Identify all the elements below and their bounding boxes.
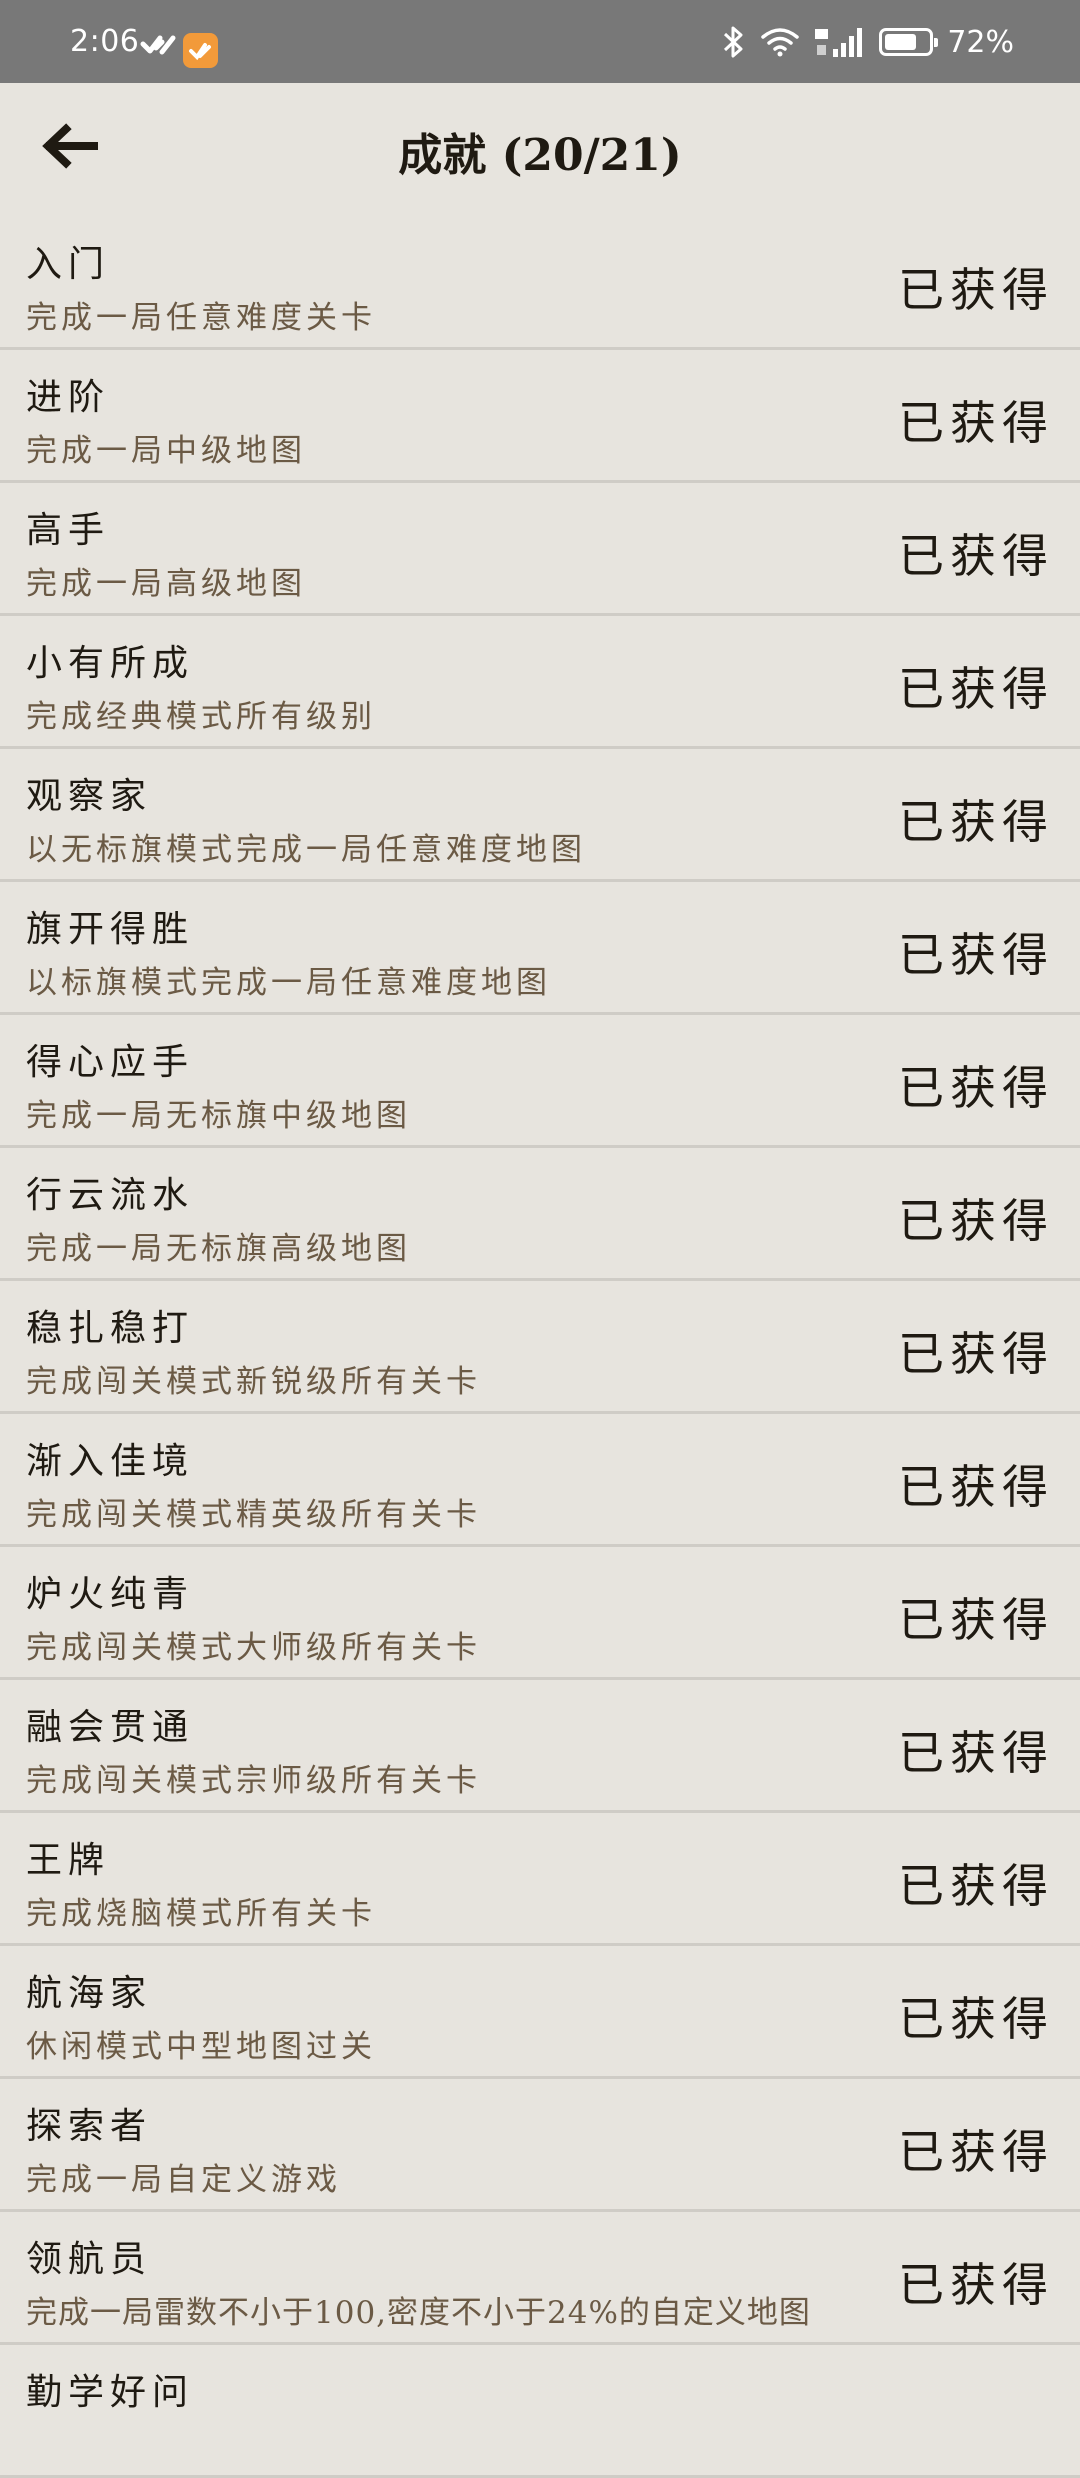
achievement-description: 完成一局雷数不小于100,密度不小于24%的自定义地图 — [26, 2295, 811, 2331]
achievement-status: 已获得 — [898, 1593, 1054, 1647]
app-notification-icon — [140, 35, 176, 55]
achievement-status: 已获得 — [898, 795, 1054, 849]
cellular-signal-icon — [815, 28, 863, 57]
status-bar: 2:06 72% — [0, 0, 1080, 83]
achievement-status: 已获得 — [898, 1327, 1054, 1381]
achievement-description: 完成一局无标旗中级地图 — [26, 1098, 411, 1134]
achievement-status: 已获得 — [898, 529, 1054, 583]
achievement-row[interactable]: 旗开得胜 以标旗模式完成一局任意难度地图 已获得 — [0, 882, 1080, 1015]
achievement-row[interactable]: 航海家 休闲模式中型地图过关 已获得 — [0, 1946, 1080, 2079]
achievement-name: 炉火纯青 — [26, 1574, 195, 1615]
achievement-description: 完成一局中级地图 — [26, 433, 306, 469]
achievement-status: 已获得 — [898, 2258, 1054, 2312]
achievement-row[interactable]: 高手 完成一局高级地图 已获得 — [0, 483, 1080, 616]
achievement-row[interactable]: 观察家 以无标旗模式完成一局任意难度地图 已获得 — [0, 749, 1080, 882]
achievement-row[interactable]: 入门 完成一局任意难度关卡 已获得 — [0, 217, 1080, 350]
status-indicators: 72% — [721, 22, 1014, 62]
achievement-row[interactable]: 探索者 完成一局自定义游戏 已获得 — [0, 2079, 1080, 2212]
achievement-name: 进阶 — [26, 377, 111, 418]
achievement-status: 已获得 — [898, 396, 1054, 450]
achievement-name: 渐入佳境 — [26, 1441, 195, 1482]
achievement-row[interactable]: 领航员 完成一局雷数不小于100,密度不小于24%的自定义地图 已获得 — [0, 2212, 1080, 2345]
achievement-name: 勤学好问 — [26, 2372, 195, 2413]
achievement-description: 完成一局高级地图 — [26, 566, 306, 602]
achievement-name: 探索者 — [26, 2106, 153, 2147]
achievement-description: 完成闯关模式精英级所有关卡 — [26, 1497, 481, 1533]
achievement-name: 高手 — [26, 510, 111, 551]
achievement-description: 完成一局任意难度关卡 — [26, 300, 376, 336]
achievement-description: 以标旗模式完成一局任意难度地图 — [26, 965, 551, 1001]
achievement-row[interactable]: 渐入佳境 完成闯关模式精英级所有关卡 已获得 — [0, 1414, 1080, 1547]
achievement-description: 休闲模式中型地图过关 — [26, 2029, 376, 2065]
achievement-name: 领航员 — [26, 2239, 153, 2280]
achievement-description: 完成闯关模式宗师级所有关卡 — [26, 1763, 481, 1799]
achievement-description: 以无标旗模式完成一局任意难度地图 — [26, 832, 586, 868]
achievement-status: 已获得 — [898, 263, 1054, 317]
achievement-status: 已获得 — [898, 1194, 1054, 1248]
achievement-status: 已获得 — [898, 1992, 1054, 2046]
achievement-row[interactable]: 稳扎稳打 完成闯关模式新锐级所有关卡 已获得 — [0, 1281, 1080, 1414]
achievement-row[interactable]: 勤学好问 — [0, 2345, 1080, 2478]
achievement-name: 稳扎稳打 — [26, 1308, 195, 1349]
achievement-row[interactable]: 炉火纯青 完成闯关模式大师级所有关卡 已获得 — [0, 1547, 1080, 1680]
achievement-name: 融会贯通 — [26, 1707, 195, 1748]
achievement-description: 完成烧脑模式所有关卡 — [26, 1896, 376, 1932]
achievement-name: 航海家 — [26, 1973, 153, 2014]
achievement-row[interactable]: 行云流水 完成一局无标旗高级地图 已获得 — [0, 1148, 1080, 1281]
achievement-description: 完成经典模式所有级别 — [26, 699, 376, 735]
achievement-status: 已获得 — [898, 1726, 1054, 1780]
achievement-list[interactable]: 入门 完成一局任意难度关卡 已获得 进阶 完成一局中级地图 已获得 高手 完成一… — [0, 217, 1080, 2478]
achievement-name: 入门 — [26, 244, 111, 285]
achievement-row[interactable]: 王牌 完成烧脑模式所有关卡 已获得 — [0, 1813, 1080, 1946]
bluetooth-icon — [724, 26, 743, 58]
page-title: 成就 (20/21) — [398, 130, 682, 181]
battery-icon — [879, 28, 939, 56]
achievement-row[interactable]: 小有所成 完成经典模式所有级别 已获得 — [0, 616, 1080, 749]
achievement-description: 完成一局自定义游戏 — [26, 2162, 341, 2198]
achievement-description: 完成闯关模式新锐级所有关卡 — [26, 1364, 481, 1400]
achievement-name: 旗开得胜 — [26, 909, 195, 950]
achievement-status: 已获得 — [898, 928, 1054, 982]
achievement-name: 行云流水 — [26, 1175, 195, 1216]
achievement-description: 完成闯关模式大师级所有关卡 — [26, 1630, 481, 1666]
battery-percent: 72% — [947, 24, 1014, 60]
achievement-description: 完成一局无标旗高级地图 — [26, 1231, 411, 1267]
achievement-row[interactable]: 融会贯通 完成闯关模式宗师级所有关卡 已获得 — [0, 1680, 1080, 1813]
app-badge-icon — [183, 33, 218, 68]
achievement-row[interactable]: 进阶 完成一局中级地图 已获得 — [0, 350, 1080, 483]
achievement-status: 已获得 — [898, 1460, 1054, 1514]
achievement-status: 已获得 — [898, 1859, 1054, 1913]
achievement-status: 已获得 — [898, 2125, 1054, 2179]
achievement-row[interactable]: 得心应手 完成一局无标旗中级地图 已获得 — [0, 1015, 1080, 1148]
achievement-name: 小有所成 — [26, 643, 195, 684]
achievement-status: 已获得 — [898, 662, 1054, 716]
achievement-name: 观察家 — [26, 776, 153, 817]
achievement-name: 王牌 — [26, 1840, 111, 1881]
achievement-status: 已获得 — [898, 1061, 1054, 1115]
app-header: 成就 (20/21) — [0, 83, 1080, 217]
wifi-icon — [761, 28, 800, 57]
achievement-name: 得心应手 — [26, 1042, 195, 1083]
status-time: 2:06 — [70, 24, 140, 59]
